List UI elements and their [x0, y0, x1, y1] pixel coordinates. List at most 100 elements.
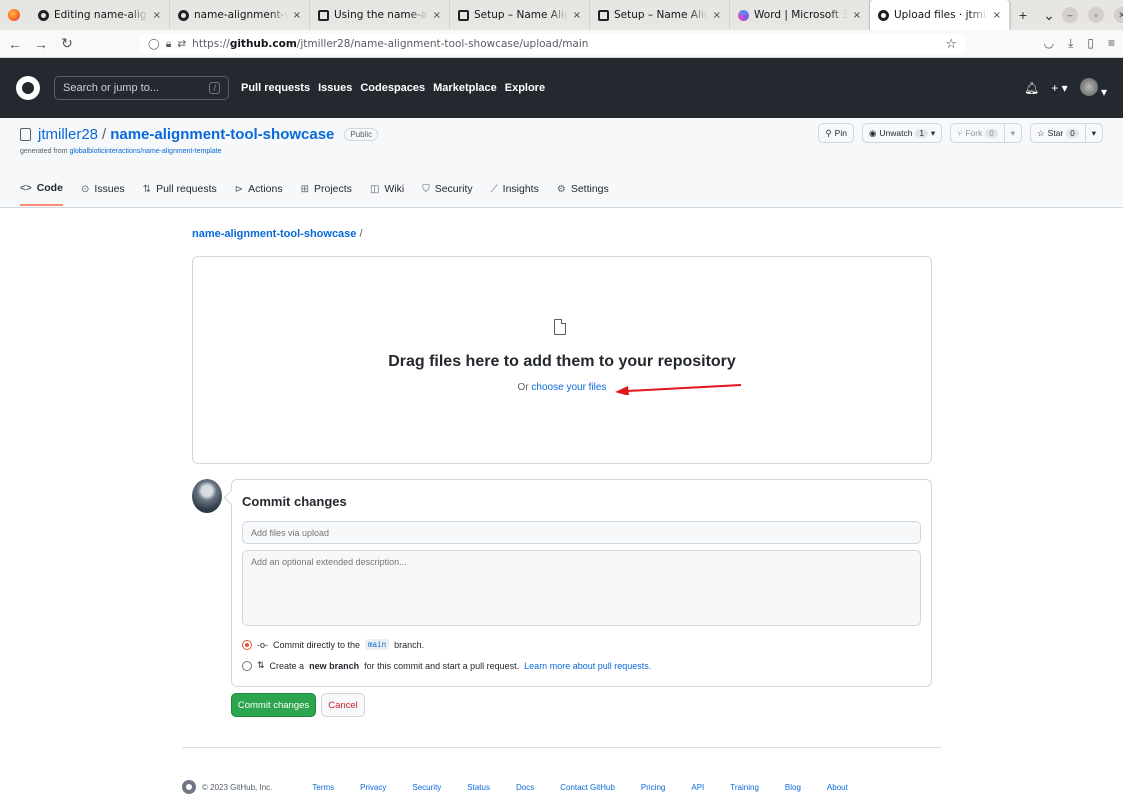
repo-title: jtmiller28 / name-alignment-tool-showcas… [20, 126, 379, 143]
play-icon: ⊳ [234, 183, 244, 195]
footer-link-privacy[interactable]: Privacy [360, 783, 386, 792]
back-icon[interactable]: ← [4, 36, 26, 52]
tab-pull-requests[interactable]: ⇅ Pull requests [143, 182, 217, 206]
footer-link-api[interactable]: API [691, 783, 704, 792]
footer-link-status[interactable]: Status [467, 783, 490, 792]
footer-link-blog[interactable]: Blog [785, 783, 801, 792]
search-shortcut-key: / [209, 82, 220, 94]
commit-description-input[interactable] [242, 550, 921, 626]
browser-tab[interactable]: Editing name-alignment-× [30, 0, 170, 30]
close-tab-icon[interactable]: × [713, 10, 721, 21]
lock-icon[interactable]: 🔒︎ [166, 38, 172, 51]
nav-codespaces[interactable]: Codespaces [360, 82, 425, 94]
maximize-icon[interactable]: ▫ [1088, 7, 1104, 23]
bookmark-star-icon[interactable]: ☆ [945, 37, 957, 52]
github-logo-icon[interactable] [182, 780, 196, 794]
tab-settings[interactable]: ⚙ Settings [557, 182, 609, 206]
template-repo-link[interactable]: globalbioticinteractions/name-alignment-… [69, 148, 221, 155]
tab-code[interactable]: <> Code [20, 182, 63, 206]
choose-files-link[interactable]: choose your files [531, 382, 606, 393]
nav-explore[interactable]: Explore [505, 82, 545, 94]
close-window-icon[interactable]: ✕ [1114, 7, 1123, 23]
visibility-badge: Public [344, 128, 379, 141]
fork-dropdown[interactable]: ▾ [1003, 124, 1021, 142]
nav-pull-requests[interactable]: Pull requests [241, 82, 310, 94]
close-tab-icon[interactable]: × [433, 10, 441, 21]
browser-tab[interactable]: name-alignment-worksho× [170, 0, 310, 30]
url-bar[interactable]: ◯ 🔒︎ ⇄ https://github.com/jtmiller28/nam… [140, 34, 965, 54]
graph-icon: ⟋ [490, 183, 498, 195]
tab-wiki[interactable]: ◫ Wiki [370, 182, 404, 206]
doc-icon [458, 9, 469, 21]
fork-count: 0 [985, 128, 998, 138]
footer-divider [182, 747, 941, 748]
tab-insights[interactable]: ⟋ Insights [491, 182, 539, 206]
tab-security[interactable]: ⛉ Security [422, 182, 472, 206]
browser-tab[interactable]: Word | Microsoft 365× [730, 0, 870, 30]
minimize-icon[interactable]: – [1062, 7, 1078, 23]
star-icon: ☆ [1037, 127, 1045, 138]
firefox-menu-icon[interactable] [8, 9, 20, 21]
github-logo-icon[interactable] [16, 76, 40, 100]
tab-list-chevron-icon[interactable]: ⌄ [1036, 7, 1062, 24]
browser-tab[interactable]: Using the name-alignmen× [310, 0, 450, 30]
browser-tab-active[interactable]: Upload files · jtmiller28/n× [870, 0, 1010, 30]
downloads-icon[interactable]: ⤓ [1068, 36, 1073, 51]
nav-issues[interactable]: Issues [318, 82, 352, 94]
file-drop-zone[interactable]: Drag files here to add them to your repo… [192, 256, 932, 464]
hamburger-menu-icon[interactable]: ≡ [1108, 36, 1115, 51]
reload-icon[interactable]: ↻ [56, 35, 78, 52]
user-menu[interactable]: ▾ [1079, 77, 1107, 99]
github-icon [878, 9, 889, 21]
browser-tab[interactable]: Setup – Name Alignment× [590, 0, 730, 30]
doc-icon [598, 9, 609, 21]
radio-new-branch[interactable] [242, 660, 252, 671]
footer-link-security[interactable]: Security [412, 783, 441, 792]
close-tab-icon[interactable]: × [853, 10, 861, 21]
radio-commit-direct[interactable] [242, 639, 252, 650]
pocket-icon[interactable]: ◡ [1044, 36, 1054, 51]
github-icon [38, 9, 49, 21]
repo-owner-link[interactable]: jtmiller28 [38, 126, 98, 143]
new-tab-icon[interactable]: + [1010, 7, 1036, 23]
tab-issues[interactable]: ⊙ Issues [81, 182, 125, 206]
commit-new-branch-option[interactable]: ⇅ Create a new branch for this commit an… [242, 660, 651, 671]
reader-icon[interactable]: ▯ [1087, 36, 1094, 51]
learn-more-link[interactable]: Learn more about pull requests. [524, 661, 651, 671]
footer-link-docs[interactable]: Docs [516, 783, 534, 792]
copyright: © 2023 GitHub, Inc. [202, 782, 273, 792]
footer: © 2023 GitHub, Inc. Terms Privacy Securi… [182, 780, 848, 794]
star-button[interactable]: ☆ Star 0 ▾ [1030, 123, 1103, 143]
repo-name-link[interactable]: name-alignment-tool-showcase [110, 126, 334, 143]
permissions-icon[interactable]: ⇄ [177, 38, 186, 50]
footer-link-contact[interactable]: Contact GitHub [560, 783, 615, 792]
footer-link-about[interactable]: About [827, 783, 848, 792]
breadcrumb-repo-link[interactable]: name-alignment-tool-showcase [192, 228, 356, 240]
table-icon: ⊞ [300, 183, 309, 195]
pin-button[interactable]: ⚲ Pin [818, 123, 854, 143]
footer-link-terms[interactable]: Terms [312, 783, 334, 792]
fork-button[interactable]: ⑂ Fork 0 ▾ [950, 123, 1023, 143]
unwatch-button[interactable]: ◉ Unwatch 1 ▾ [861, 123, 943, 143]
commit-summary-input[interactable] [242, 521, 921, 544]
shield-icon[interactable]: ◯ [148, 38, 160, 50]
notifications-bell-icon[interactable]: 🔔︎ [1024, 81, 1039, 95]
commit-changes-button[interactable]: Commit changes [231, 693, 316, 717]
close-tab-icon[interactable]: × [993, 10, 1001, 21]
footer-link-training[interactable]: Training [730, 783, 759, 792]
create-new-plus-icon[interactable]: + ▾ [1051, 81, 1067, 95]
close-tab-icon[interactable]: × [293, 10, 301, 21]
forward-icon[interactable]: → [30, 36, 52, 52]
star-dropdown[interactable]: ▾ [1084, 124, 1102, 142]
github-header: Search or jump to... / Pull requests Iss… [0, 58, 1123, 118]
tab-actions[interactable]: ⊳ Actions [235, 182, 283, 206]
commit-direct-option[interactable]: -o- Commit directly to the main branch. [242, 639, 424, 650]
browser-tab[interactable]: Setup – Name Alignment× [450, 0, 590, 30]
close-tab-icon[interactable]: × [153, 10, 161, 21]
search-input[interactable]: Search or jump to... / [54, 76, 229, 100]
nav-marketplace[interactable]: Marketplace [433, 82, 497, 94]
footer-link-pricing[interactable]: Pricing [641, 783, 665, 792]
cancel-button[interactable]: Cancel [321, 693, 365, 717]
close-tab-icon[interactable]: × [573, 10, 581, 21]
tab-projects[interactable]: ⊞ Projects [301, 182, 352, 206]
